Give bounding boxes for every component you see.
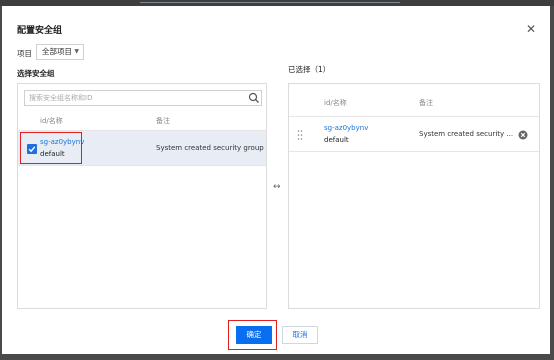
column-id-name: id/名称 xyxy=(40,117,63,125)
right-panel-title: 已选择（1） xyxy=(288,65,331,74)
column-note: 备注 xyxy=(419,99,433,107)
highlight-box xyxy=(20,132,82,164)
security-group-dialog: 配置安全组 ✕ 项目 全部项目 ▼ 选择安全组 已选择（1） id/名称 备注 … xyxy=(2,6,550,354)
left-panel-title: 选择安全组 xyxy=(17,69,55,78)
project-select-value: 全部项目 xyxy=(42,47,72,56)
search-icon[interactable] xyxy=(248,92,260,104)
table-header: id/名称 备注 xyxy=(18,110,266,130)
row-note: System created security group xyxy=(156,144,264,152)
table-row[interactable]: sg-az0ybynv default System created secur… xyxy=(289,116,539,152)
project-select[interactable]: 全部项目 ▼ xyxy=(36,44,84,60)
transfer-arrows-icon: ↔ xyxy=(273,182,281,192)
project-label: 项目 xyxy=(17,49,32,58)
column-id-name: id/名称 xyxy=(324,99,347,107)
table-header: id/名称 备注 xyxy=(289,92,539,112)
selected-groups-panel: id/名称 备注 sg-az0ybynv default System crea… xyxy=(288,83,540,309)
available-groups-panel: id/名称 备注 sg-az0ybynv default System crea… xyxy=(17,83,267,309)
chevron-down-icon: ▼ xyxy=(74,48,79,55)
close-icon[interactable]: ✕ xyxy=(526,23,536,35)
drag-handle-icon[interactable] xyxy=(297,129,303,141)
row-name: default xyxy=(324,136,349,144)
search-input[interactable] xyxy=(24,90,262,106)
row-note: System created security ... xyxy=(419,130,514,138)
remove-icon[interactable] xyxy=(518,130,528,140)
row-id-link[interactable]: sg-az0ybynv xyxy=(324,124,368,132)
dialog-title: 配置安全组 xyxy=(17,26,63,36)
column-note: 备注 xyxy=(156,117,170,125)
highlight-box xyxy=(228,320,277,350)
cancel-button[interactable]: 取消 xyxy=(282,326,318,344)
backdrop-line xyxy=(140,2,400,3)
